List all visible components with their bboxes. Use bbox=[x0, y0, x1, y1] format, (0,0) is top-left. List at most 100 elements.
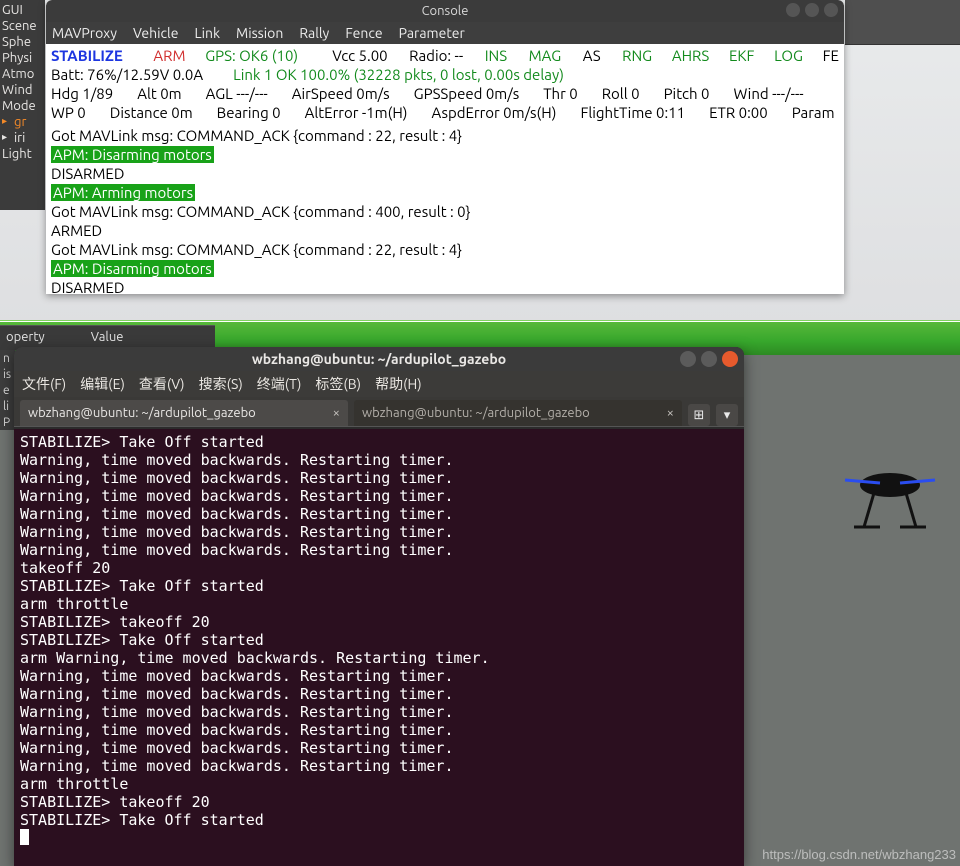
ekf-label: EKF bbox=[729, 46, 754, 65]
status-field: Bearing 0 bbox=[217, 103, 281, 122]
status-field: AGL ---/--- bbox=[206, 84, 268, 103]
status-field: AspdError 0m/s(H) bbox=[432, 103, 557, 122]
tab-menu-button[interactable]: ▾ bbox=[716, 404, 738, 426]
log-line: DISARMED bbox=[51, 164, 839, 183]
menu-view[interactable]: 查看(V) bbox=[139, 374, 185, 394]
tree-item[interactable]: GUI bbox=[0, 2, 45, 18]
ahrs-label: AHRS bbox=[672, 46, 709, 65]
status-field: Wind ---/--- bbox=[734, 84, 804, 103]
cursor bbox=[20, 829, 29, 845]
terminal-tab-bar: wbzhang@ubuntu: ~/ardupilot_gazebo × wbz… bbox=[14, 397, 744, 427]
menu-terminal[interactable]: 终端(T) bbox=[257, 374, 302, 394]
log-line: APM: Arming motors bbox=[51, 183, 839, 202]
status-field: Distance 0m bbox=[110, 103, 193, 122]
mode-label: STABILIZE bbox=[51, 46, 123, 65]
log-line: Got MAVLink msg: COMMAND_ACK {command : … bbox=[51, 126, 839, 145]
tree-item[interactable]: Scene bbox=[0, 18, 45, 34]
prop-row: li bbox=[0, 400, 15, 416]
as-label: AS bbox=[583, 46, 601, 65]
tab-label: wbzhang@ubuntu: ~/ardupilot_gazebo bbox=[28, 406, 256, 420]
status-field: Thr 0 bbox=[543, 84, 578, 103]
vcc-label: Vcc 5.00 bbox=[332, 46, 387, 65]
terminal-menu-bar: 文件(F) 编辑(E) 查看(V) 搜索(S) 终端(T) 标签(B) 帮助(H… bbox=[14, 371, 744, 397]
log-line: Got MAVLink msg: COMMAND_ACK {command : … bbox=[51, 240, 839, 259]
maximize-icon[interactable] bbox=[805, 3, 819, 17]
tree-item[interactable]: Wind bbox=[0, 82, 45, 98]
status-field: GPSSpeed 0m/s bbox=[414, 84, 520, 103]
terminal-tab[interactable]: wbzhang@ubuntu: ~/ardupilot_gazebo × bbox=[20, 400, 348, 426]
watermark-text: https://blog.csdn.net/wbzhang233 bbox=[762, 847, 956, 862]
status-field: Param bbox=[792, 103, 835, 122]
gps-label: GPS: OK6 (10) bbox=[205, 46, 298, 65]
tab-label: wbzhang@ubuntu: ~/ardupilot_gazebo bbox=[362, 406, 590, 420]
tab-close-icon[interactable]: × bbox=[667, 406, 674, 420]
status-field: Hdg 1/89 bbox=[51, 84, 113, 103]
log-line: ARMED bbox=[51, 221, 839, 240]
prop-row: is bbox=[0, 368, 15, 384]
log-label: LOG bbox=[774, 46, 803, 65]
menu-mavproxy[interactable]: MAVProxy bbox=[52, 25, 117, 41]
prop-row: P bbox=[0, 416, 15, 432]
menu-vehicle[interactable]: Vehicle bbox=[133, 25, 178, 41]
minimize-icon[interactable] bbox=[786, 3, 800, 17]
gazebo-right-panel bbox=[845, 0, 960, 45]
gazebo-scene-tree[interactable]: GUI Scene Sphe Physi Atmo Wind Mode gr i… bbox=[0, 0, 45, 210]
link-label: Link 1 OK 100.0% (32228 pkts, 0 lost, 0.… bbox=[233, 65, 564, 84]
gazebo-property-rows: n is e li P bbox=[0, 350, 15, 430]
gazebo-right-middle bbox=[744, 355, 960, 866]
menu-help[interactable]: 帮助(H) bbox=[375, 374, 422, 394]
terminal-tab[interactable]: wbzhang@ubuntu: ~/ardupilot_gazebo × bbox=[354, 400, 682, 426]
menu-mission[interactable]: Mission bbox=[236, 25, 283, 41]
menu-search[interactable]: 搜索(S) bbox=[199, 374, 243, 394]
log-line: APM: Disarming motors bbox=[51, 145, 839, 164]
menu-edit[interactable]: 编辑(E) bbox=[80, 374, 125, 394]
log-line: APM: Disarming motors bbox=[51, 259, 839, 278]
prop-row: n bbox=[0, 352, 15, 368]
menu-fence[interactable]: Fence bbox=[345, 25, 382, 41]
tree-item[interactable]: Atmo bbox=[0, 66, 45, 82]
console-log: Got MAVLink msg: COMMAND_ACK {command : … bbox=[46, 126, 844, 294]
terminal-title-text: wbzhang@ubuntu: ~/ardupilot_gazebo bbox=[252, 351, 506, 367]
console-menu-bar: MAVProxy Vehicle Link Mission Rally Fenc… bbox=[46, 22, 844, 44]
status-field: AltError -1m(H) bbox=[305, 103, 408, 122]
status-field: ETR 0:00 bbox=[709, 103, 768, 122]
log-line: Got MAVLink msg: COMMAND_ACK {command : … bbox=[51, 202, 839, 221]
menu-parameter[interactable]: Parameter bbox=[399, 25, 465, 41]
menu-file[interactable]: 文件(F) bbox=[22, 374, 66, 394]
fe-label: FE bbox=[823, 46, 839, 65]
menu-tabs[interactable]: 标签(B) bbox=[315, 374, 361, 394]
terminal-window: wbzhang@ubuntu: ~/ardupilot_gazebo 文件(F)… bbox=[14, 347, 744, 866]
terminal-body[interactable]: STABILIZE> Take Off started Warning, tim… bbox=[14, 429, 744, 866]
tree-item[interactable]: Physi bbox=[0, 50, 45, 66]
tree-item[interactable]: iri bbox=[0, 130, 45, 146]
mavproxy-console-window: Console MAVProxy Vehicle Link Mission Ra… bbox=[46, 0, 844, 294]
tree-item[interactable]: Mode bbox=[0, 98, 45, 114]
console-status-panel: STABILIZE ARM GPS: OK6 (10) Vcc 5.00 Rad… bbox=[46, 44, 844, 126]
arm-label: ARM bbox=[153, 46, 185, 65]
log-line: DISARMED bbox=[51, 278, 839, 294]
ins-label: INS bbox=[485, 46, 507, 65]
tree-item[interactable]: Light bbox=[0, 146, 45, 162]
status-field: Pitch 0 bbox=[664, 84, 710, 103]
new-tab-button[interactable]: ⊞ bbox=[688, 404, 710, 426]
batt-label: Batt: 76%/12.59V 0.0A bbox=[51, 65, 203, 84]
minimize-icon[interactable] bbox=[680, 351, 696, 367]
status-field: AirSpeed 0m/s bbox=[292, 84, 390, 103]
menu-rally[interactable]: Rally bbox=[299, 25, 329, 41]
status-field: Alt 0m bbox=[137, 84, 181, 103]
tree-item[interactable]: gr bbox=[0, 114, 45, 130]
close-icon[interactable] bbox=[824, 3, 838, 17]
radio-label: Radio: -- bbox=[409, 46, 463, 65]
mag-label: MAG bbox=[529, 46, 562, 65]
tab-close-icon[interactable]: × bbox=[333, 406, 340, 420]
tree-item[interactable]: Sphe bbox=[0, 34, 45, 50]
console-title-text: Console bbox=[422, 4, 469, 18]
console-titlebar[interactable]: Console bbox=[46, 0, 844, 22]
maximize-icon[interactable] bbox=[701, 351, 717, 367]
status-field: Roll 0 bbox=[602, 84, 640, 103]
close-icon[interactable] bbox=[722, 351, 738, 367]
status-field: FlightTime 0:11 bbox=[580, 103, 685, 122]
prop-row: e bbox=[0, 384, 15, 400]
terminal-titlebar[interactable]: wbzhang@ubuntu: ~/ardupilot_gazebo bbox=[14, 347, 744, 371]
menu-link[interactable]: Link bbox=[194, 25, 220, 41]
